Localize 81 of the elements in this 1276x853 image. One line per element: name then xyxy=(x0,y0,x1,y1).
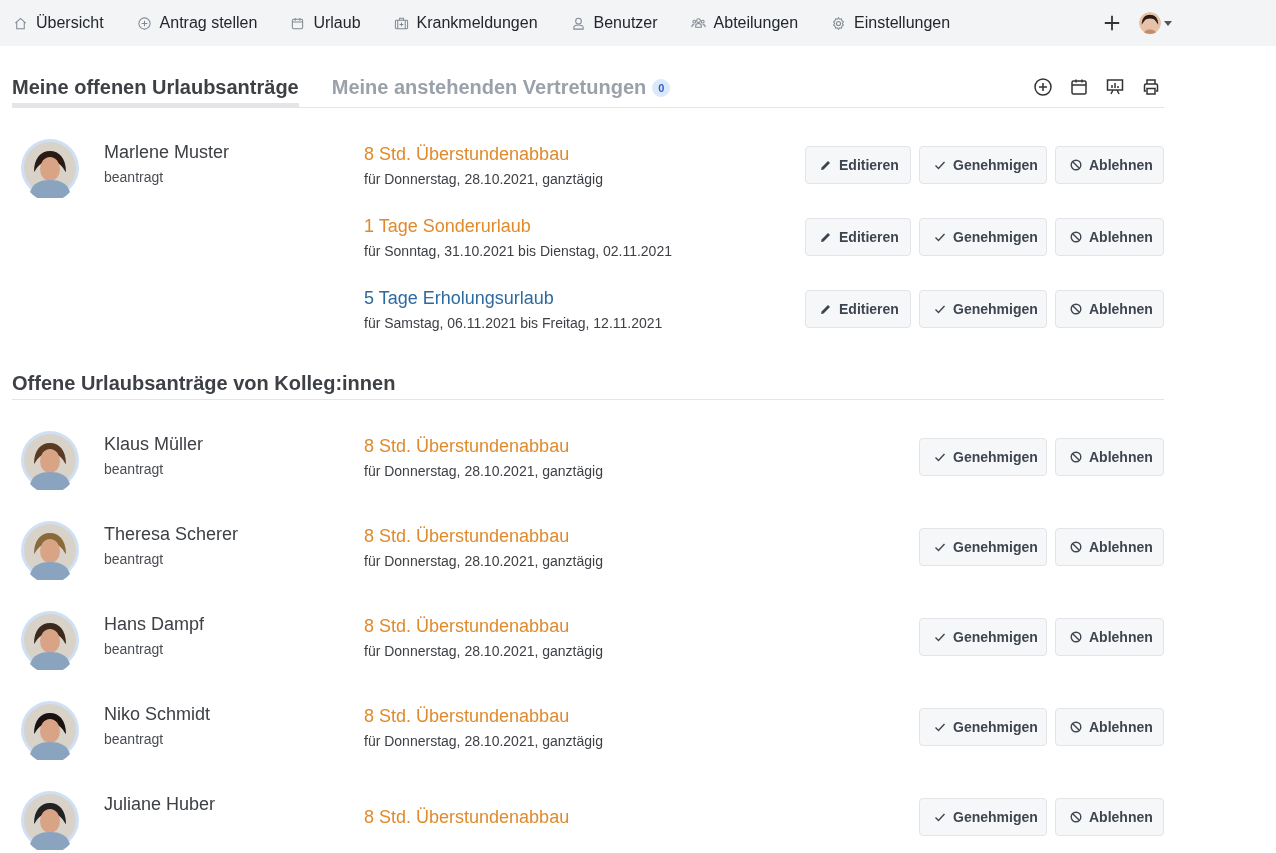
person-name: Klaus Müller xyxy=(104,434,204,455)
approve-button[interactable]: Genehmigen xyxy=(919,708,1047,746)
check-icon xyxy=(934,303,946,315)
add-icon[interactable] xyxy=(1103,14,1121,32)
person-name: Marlene Muster xyxy=(104,142,230,163)
edit-button[interactable]: Editieren xyxy=(805,146,911,184)
nav-link[interactable]: Antrag stellen xyxy=(136,14,258,32)
users-icon xyxy=(690,15,706,31)
approve-button[interactable]: Genehmigen xyxy=(919,798,1047,836)
edit-button[interactable]: Editieren xyxy=(805,218,911,256)
person-name: Niko Schmidt xyxy=(104,704,211,725)
person-name: Theresa Scherer xyxy=(104,524,239,545)
status-text: beantragt xyxy=(104,641,165,657)
request-date: für Donnerstag, 28.10.2021, ganztägig xyxy=(364,170,603,187)
blocked-icon xyxy=(1070,631,1082,643)
check-icon xyxy=(934,721,946,733)
add-circle-icon xyxy=(136,15,152,31)
reject-button[interactable]: Ablehnen xyxy=(1055,218,1164,256)
calendar-icon xyxy=(290,15,306,31)
approve-button[interactable]: Genehmigen xyxy=(919,290,1047,328)
request-date: für Sonntag, 31.10.2021 bis Dienstag, 02.11.2021 xyxy=(364,242,672,259)
check-icon xyxy=(934,541,946,553)
calendar-icon[interactable] xyxy=(1069,77,1089,97)
approve-button[interactable]: Genehmigen xyxy=(919,618,1047,656)
reject-button[interactable]: Ablehnen xyxy=(1055,798,1164,836)
blocked-icon xyxy=(1070,811,1082,823)
blocked-icon xyxy=(1070,451,1082,463)
user-icon xyxy=(570,15,586,31)
reject-button[interactable]: Ablehnen xyxy=(1055,146,1164,184)
approve-button[interactable]: Genehmigen xyxy=(919,528,1047,566)
person-name: Hans Dampf xyxy=(104,614,205,635)
person-name: Juliane Huber xyxy=(104,794,216,815)
reject-button[interactable]: Ablehnen xyxy=(1055,618,1164,656)
reject-button[interactable]: Ablehnen xyxy=(1055,528,1164,566)
pencil-icon xyxy=(820,231,832,243)
nav-link[interactable]: Übersicht xyxy=(13,14,104,32)
request-date: für Donnerstag, 28.10.2021, ganztägig xyxy=(364,732,603,749)
nav-link[interactable]: Benutzer xyxy=(570,14,658,32)
nav-link[interactable]: Krankmeldungen xyxy=(393,14,538,32)
reject-button[interactable]: Ablehnen xyxy=(1055,708,1164,746)
status-text: beantragt xyxy=(104,169,165,185)
request-date: für Donnerstag, 28.10.2021, ganztägig xyxy=(364,462,603,479)
check-icon xyxy=(934,811,946,823)
request-date: für Donnerstag, 28.10.2021, ganztägig xyxy=(364,642,603,659)
check-icon xyxy=(934,231,946,243)
add-circle-icon[interactable] xyxy=(1033,77,1053,97)
settings-icon xyxy=(831,15,847,31)
request-date: für Samstag, 06.11.2021 bis Freitag, 12.11.2021 xyxy=(364,314,663,331)
printer-icon[interactable] xyxy=(1141,77,1161,97)
approve-button[interactable]: Genehmigen xyxy=(919,438,1047,476)
status-text: beantragt xyxy=(104,551,165,567)
blocked-icon xyxy=(1070,541,1082,553)
edit-button[interactable]: Editieren xyxy=(805,290,911,328)
request-title[interactable]: 5 Tage Erholungsurlaub xyxy=(364,287,663,309)
tab[interactable]: Meine offenen Urlaubsanträge xyxy=(12,76,299,107)
check-icon xyxy=(934,451,946,463)
count-badge: 0 xyxy=(652,78,671,97)
request-date: für Donnerstag, 28.10.2021, ganztägig xyxy=(364,552,603,569)
blocked-icon xyxy=(1070,721,1082,733)
tab[interactable]: Meine anstehenden Vertretungen 0 xyxy=(331,76,671,107)
check-icon xyxy=(934,631,946,643)
approve-button[interactable]: Genehmigen xyxy=(919,218,1047,256)
presentation-chart-icon[interactable] xyxy=(1105,77,1125,97)
pencil-icon xyxy=(820,159,832,171)
blocked-icon xyxy=(1070,159,1082,171)
nav-link[interactable]: Abteilungen xyxy=(690,14,799,32)
blocked-icon xyxy=(1070,303,1082,315)
approve-button[interactable]: Genehmigen xyxy=(919,146,1047,184)
medical-case-icon xyxy=(393,15,409,31)
pencil-icon xyxy=(820,303,832,315)
nav-link[interactable]: Einstellungen xyxy=(831,14,951,32)
nav-link[interactable]: Urlaub xyxy=(290,14,361,32)
status-text: beantragt xyxy=(104,461,165,477)
section-title: Offene Urlaubsanträge von Kolleg:innen xyxy=(12,372,397,395)
status-text: beantragt xyxy=(104,731,165,747)
blocked-icon xyxy=(1070,231,1082,243)
home-icon xyxy=(13,15,28,31)
check-icon xyxy=(934,159,946,171)
reject-button[interactable]: Ablehnen xyxy=(1055,290,1164,328)
caret-icon[interactable] xyxy=(1164,20,1172,26)
reject-button[interactable]: Ablehnen xyxy=(1055,438,1164,476)
